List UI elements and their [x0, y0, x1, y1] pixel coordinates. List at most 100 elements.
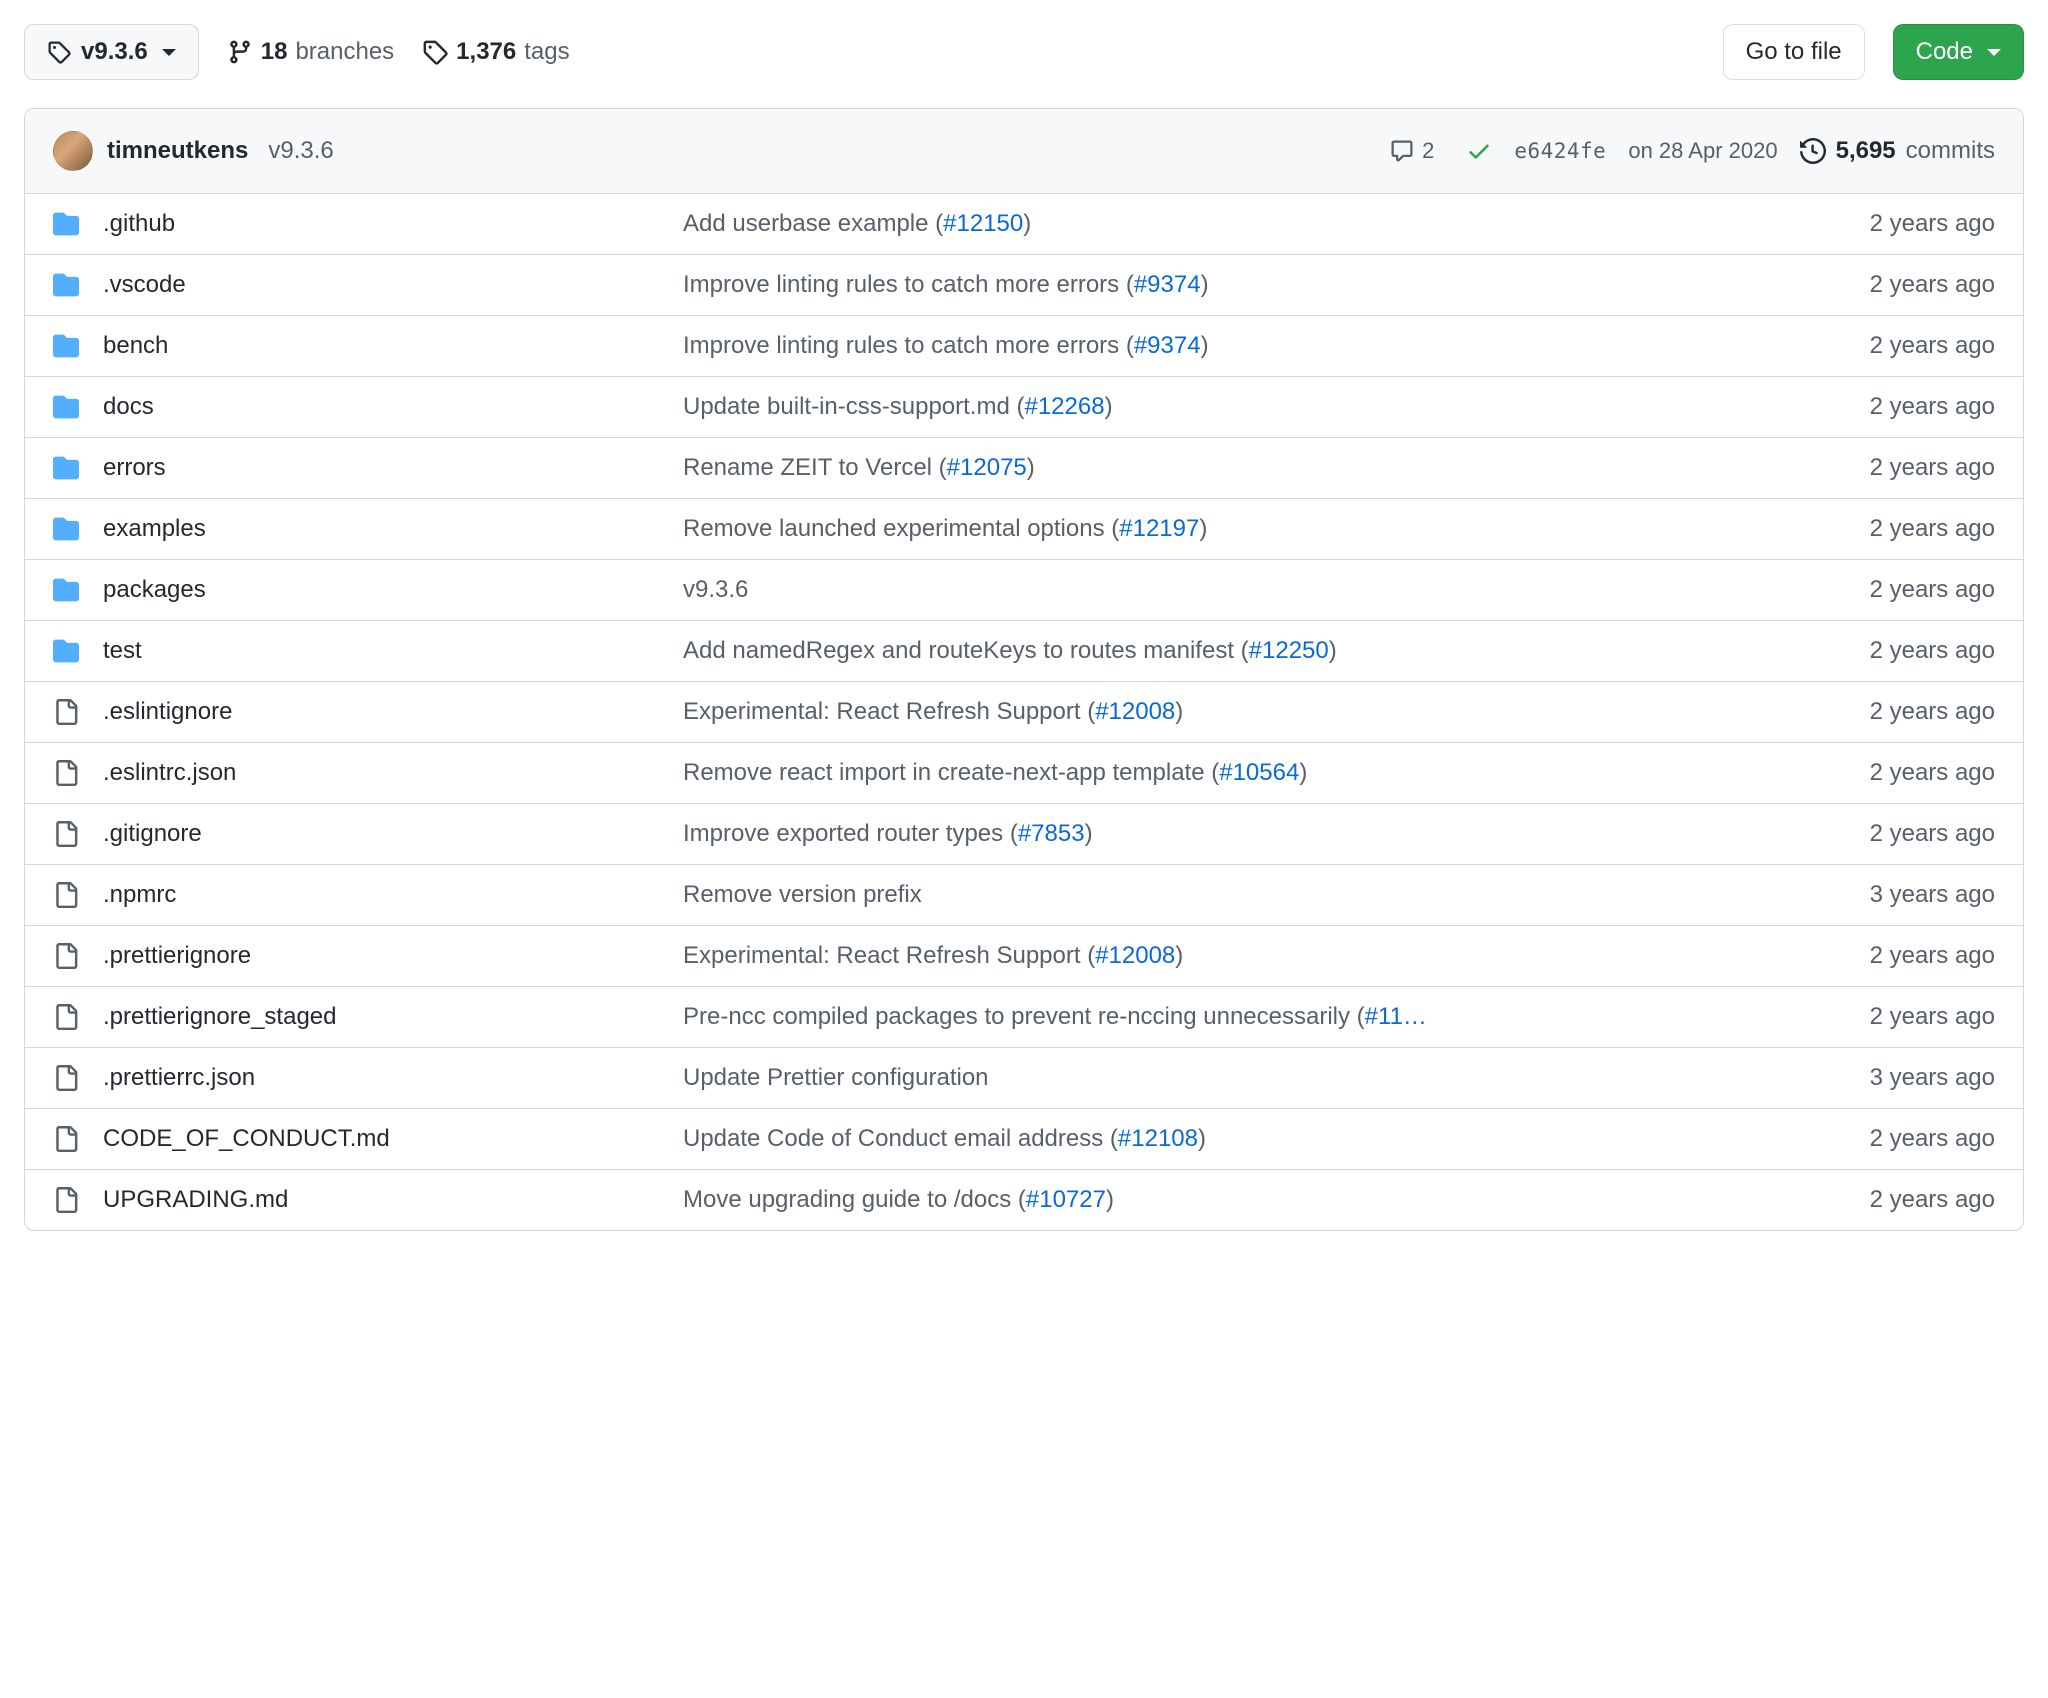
file-icon	[53, 821, 83, 847]
commit-message-text: Update built-in-css-support.md (	[683, 393, 1024, 420]
commit-message-text: Move upgrading guide to /docs (	[683, 1186, 1026, 1213]
file-name-link[interactable]: bench	[103, 332, 168, 359]
file-name-link[interactable]: .vscode	[103, 271, 186, 298]
commit-message-text: Rename ZEIT to Vercel (	[683, 454, 947, 481]
commit-message-cell[interactable]: Add namedRegex and routeKeys to routes m…	[683, 637, 1834, 665]
file-icon	[53, 760, 83, 786]
file-row: errorsRename ZEIT to Vercel (#12075)2 ye…	[25, 438, 2023, 499]
code-button[interactable]: Code	[1893, 24, 2024, 80]
tag-icon	[422, 39, 448, 65]
commit-message-cell[interactable]: Rename ZEIT to Vercel (#12075)	[683, 454, 1834, 482]
commit-message-tail: )	[1106, 1186, 1114, 1213]
file-listing-box: timneutkens v9.3.6 2 e6424fe on 28 Apr 2…	[24, 108, 2024, 1231]
branches-link[interactable]: 18 branches	[227, 38, 394, 66]
commit-message-tail: )	[1201, 271, 1209, 298]
file-row: test Add namedRegex and routeKeys to rout…	[25, 621, 2023, 682]
commit-message-cell[interactable]: Move upgrading guide to /docs (#10727)	[683, 1186, 1834, 1214]
commit-message-link[interactable]: v9.3.6	[268, 137, 333, 165]
pr-link[interactable]: #12008	[1095, 698, 1175, 725]
commit-message-tail: )	[1199, 515, 1207, 542]
ref-selector-button[interactable]: v9.3.6	[24, 24, 199, 80]
commit-message-tail: )	[1027, 454, 1035, 481]
avatar[interactable]	[53, 131, 93, 171]
commit-comments-link[interactable]: 2	[1380, 134, 1444, 168]
goto-file-button[interactable]: Go to file	[1723, 24, 1865, 80]
pr-link[interactable]: #12075	[947, 454, 1027, 481]
file-row: .prettierignore Experimental: React Refre…	[25, 926, 2023, 987]
file-name-link[interactable]: .eslintignore	[103, 698, 232, 725]
pr-link[interactable]: #10727	[1026, 1186, 1106, 1213]
file-name-link[interactable]: examples	[103, 515, 206, 542]
commit-message-tail: )	[1175, 942, 1183, 969]
pr-link[interactable]: #12197	[1119, 515, 1199, 542]
commit-message-cell[interactable]: Remove react import in create-next-app t…	[683, 759, 1834, 787]
commit-message-cell[interactable]: Experimental: React Refresh Support (#12…	[683, 942, 1834, 970]
commit-message-cell[interactable]: Update Prettier configuration	[683, 1064, 1834, 1092]
pr-link[interactable]: #12008	[1095, 942, 1175, 969]
commit-time: 2 years ago	[1870, 820, 1995, 848]
commit-message-cell[interactable]: Remove launched experimental options (#1…	[683, 515, 1834, 543]
commit-message-text: Update Code of Conduct email address (	[683, 1125, 1118, 1152]
branches-count: 18	[261, 38, 288, 66]
file-row: packagesv9.3.62 years ago	[25, 560, 2023, 621]
commit-message-cell[interactable]: Remove version prefix	[683, 881, 1834, 909]
pr-link[interactable]: #12250	[1249, 637, 1329, 664]
file-name-link[interactable]: UPGRADING.md	[103, 1186, 288, 1213]
file-name-link[interactable]: packages	[103, 576, 206, 603]
file-row: .gitignore Improve exported router types …	[25, 804, 2023, 865]
commit-time: 3 years ago	[1870, 881, 1995, 909]
pr-link[interactable]: #9374	[1134, 271, 1201, 298]
commit-message-cell[interactable]: Experimental: React Refresh Support (#12…	[683, 698, 1834, 726]
commit-message-cell[interactable]: Improve linting rules to catch more erro…	[683, 332, 1834, 360]
commit-time: 2 years ago	[1870, 271, 1995, 299]
commit-message-text: v9.3.6	[683, 576, 748, 603]
pr-link[interactable]: #10564	[1219, 759, 1299, 786]
commit-message-text: Improve linting rules to catch more erro…	[683, 332, 1134, 359]
commit-message-cell[interactable]: Update built-in-css-support.md (#12268)	[683, 393, 1834, 421]
commit-message-text: Add userbase example (	[683, 210, 943, 237]
tags-count: 1,376	[456, 38, 516, 66]
file-name-link[interactable]: .npmrc	[103, 881, 176, 908]
file-icon	[53, 882, 83, 908]
file-name-link[interactable]: CODE_OF_CONDUCT.md	[103, 1125, 390, 1152]
commit-message-tail: )	[1198, 1125, 1206, 1152]
commit-message-cell[interactable]: Improve exported router types (#7853)	[683, 820, 1834, 848]
file-name-link[interactable]: .prettierrc.json	[103, 1064, 255, 1091]
commit-message-cell[interactable]: Update Code of Conduct email address (#1…	[683, 1125, 1834, 1153]
commit-message-text: Remove react import in create-next-app t…	[683, 759, 1219, 786]
commit-message-cell[interactable]: Pre-ncc compiled packages to prevent re-…	[683, 1003, 1834, 1031]
status-check[interactable]	[1466, 137, 1492, 165]
commit-message-tail: )	[1299, 759, 1307, 786]
file-name-link[interactable]: .eslintrc.json	[103, 759, 236, 786]
file-name-link[interactable]: docs	[103, 393, 154, 420]
file-name-link[interactable]: .prettierignore	[103, 942, 251, 969]
commit-message-tail: )	[1023, 210, 1031, 237]
pr-link[interactable]: #11…	[1365, 1003, 1427, 1030]
directory-icon	[53, 272, 83, 298]
file-row: .eslintignore Experimental: React Refresh…	[25, 682, 2023, 743]
commit-message-text: Experimental: React Refresh Support (	[683, 942, 1095, 969]
pr-link[interactable]: #9374	[1134, 332, 1201, 359]
file-icon	[53, 1126, 83, 1152]
commits-history-link[interactable]: 5,695 commits	[1800, 137, 1995, 165]
pr-link[interactable]: #12150	[943, 210, 1023, 237]
directory-icon	[53, 455, 83, 481]
file-name-link[interactable]: .prettierignore_staged	[103, 1003, 336, 1030]
tags-link[interactable]: 1,376 tags	[422, 38, 569, 66]
commit-message-cell[interactable]: Add userbase example (#12150)	[683, 210, 1834, 238]
commit-time: 2 years ago	[1870, 210, 1995, 238]
goto-file-label: Go to file	[1746, 35, 1842, 69]
branch-icon	[227, 39, 253, 65]
commit-sha-link[interactable]: e6424fe	[1514, 139, 1606, 163]
commit-message-cell[interactable]: v9.3.6	[683, 576, 1834, 604]
file-name-link[interactable]: .gitignore	[103, 820, 202, 847]
file-name-link[interactable]: test	[103, 637, 142, 664]
file-name-link[interactable]: errors	[103, 454, 166, 481]
commit-message-cell[interactable]: Improve linting rules to catch more erro…	[683, 271, 1834, 299]
pr-link[interactable]: #7853	[1018, 820, 1085, 847]
file-name-link[interactable]: .github	[103, 210, 175, 237]
commit-author-link[interactable]: timneutkens	[107, 137, 248, 165]
pr-link[interactable]: #12268	[1024, 393, 1104, 420]
commit-message-text: Remove launched experimental options (	[683, 515, 1119, 542]
pr-link[interactable]: #12108	[1118, 1125, 1198, 1152]
